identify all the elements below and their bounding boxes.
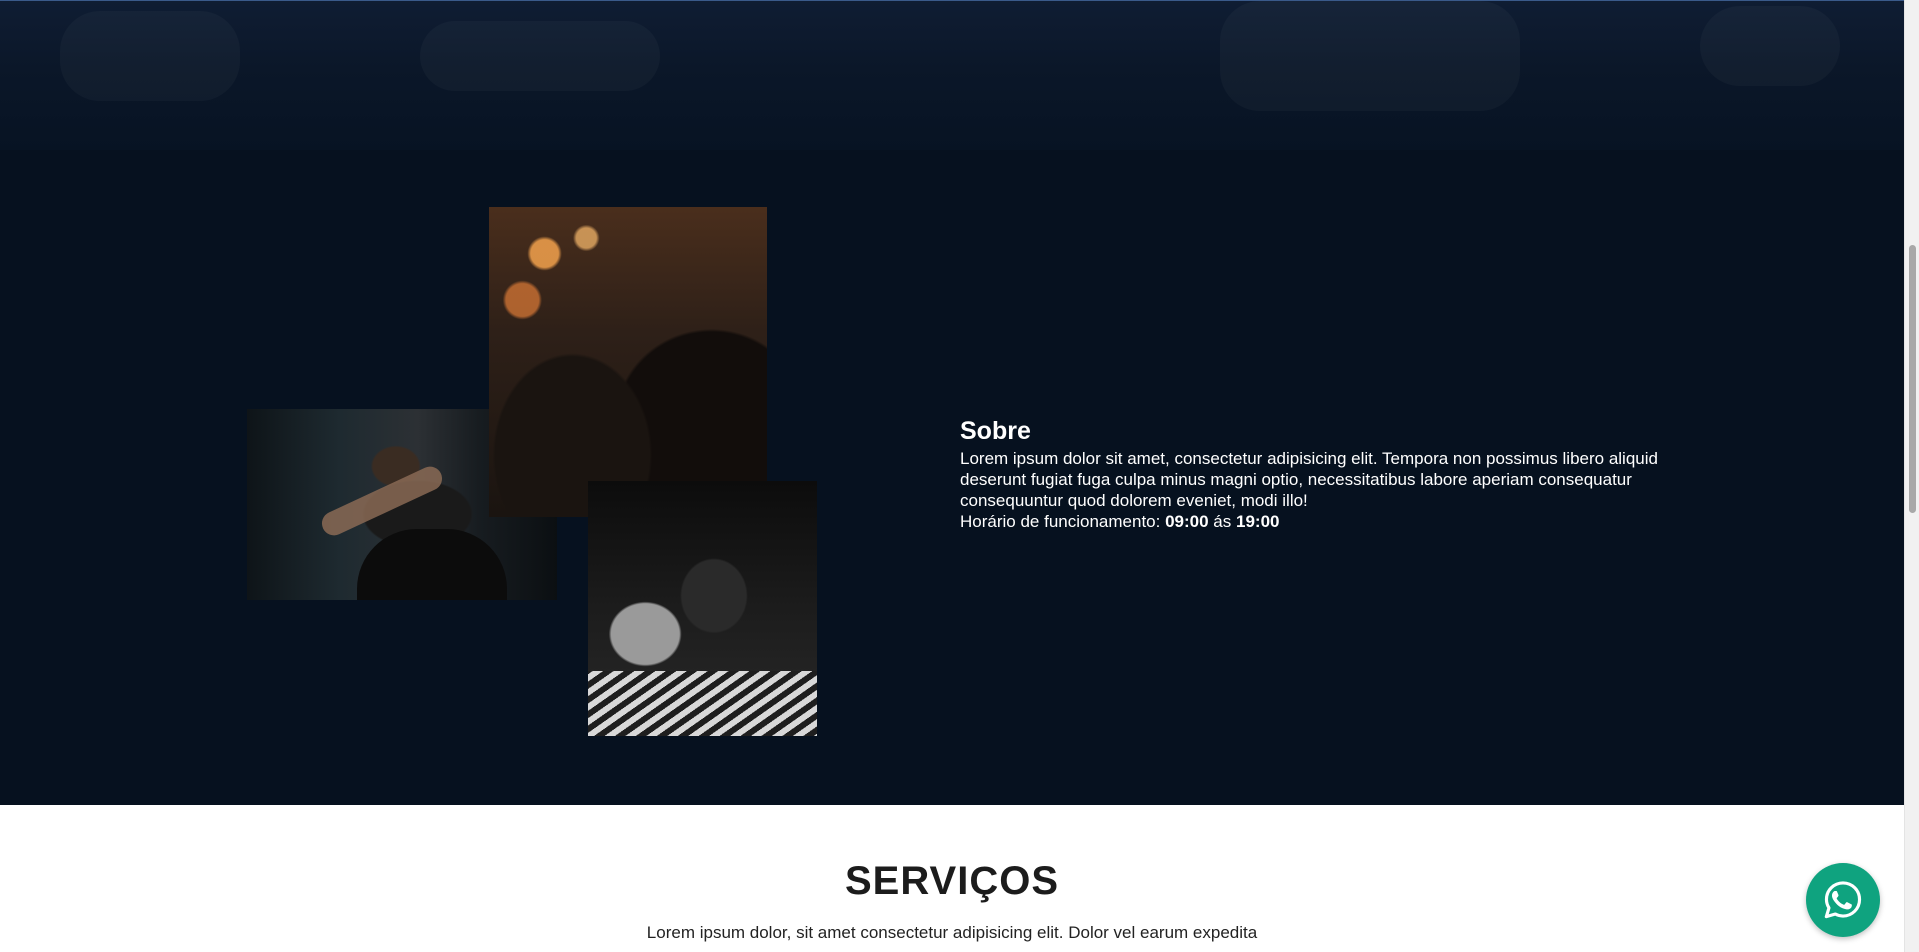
about-section: Sobre Lorem ipsum dolor sit amet, consec… [0, 150, 1904, 805]
opening-time: 09:00 [1165, 512, 1209, 531]
whatsapp-button[interactable] [1806, 863, 1880, 937]
services-title: SERVIÇOS [845, 859, 1059, 903]
opening-hours: Horário de funcionamento: 09:00 ás 19:00 [960, 511, 1670, 532]
scrollbar-thumb[interactable] [1909, 245, 1916, 513]
page: Sobre Lorem ipsum dolor sit amet, consec… [0, 0, 1904, 952]
vertical-scrollbar[interactable] [1904, 0, 1919, 952]
opening-hours-label: Horário de funcionamento: [960, 512, 1161, 531]
closing-time: 19:00 [1236, 512, 1280, 531]
beard-trim-photo [588, 481, 817, 736]
about-description: Lorem ipsum dolor sit amet, consectetur … [960, 449, 1658, 510]
whatsapp-icon [1824, 881, 1862, 919]
hero-background [0, 0, 1904, 150]
services-section: SERVIÇOS Lorem ipsum dolor, sit amet con… [0, 805, 1904, 952]
about-text-block: Sobre Lorem ipsum dolor sit amet, consec… [960, 416, 1670, 532]
services-description: Lorem ipsum dolor, sit amet consectetur … [646, 923, 1258, 942]
hours-separator: ás [1213, 512, 1232, 531]
about-title: Sobre [960, 417, 1031, 445]
barbershop-interior-photo [489, 207, 767, 517]
